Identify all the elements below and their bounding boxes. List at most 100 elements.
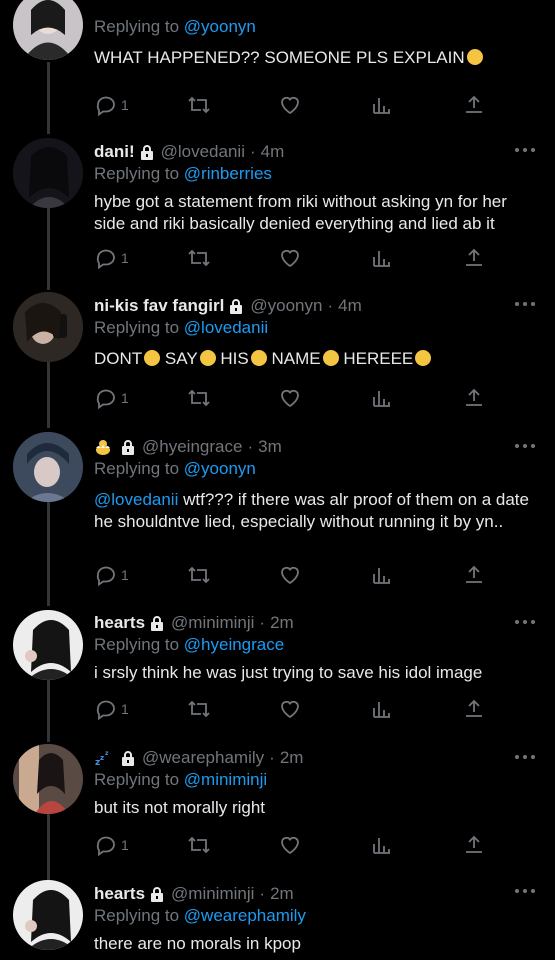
reply-button[interactable]: 1: [94, 93, 129, 117]
timestamp[interactable]: 2m: [270, 883, 294, 905]
reply-button[interactable]: 1: [94, 563, 129, 587]
reply-button[interactable]: 1: [94, 386, 129, 410]
like-button[interactable]: [278, 563, 302, 587]
retweet-button[interactable]: [186, 93, 212, 117]
retweet-button[interactable]: [186, 833, 212, 857]
thread-line: [47, 208, 50, 290]
more-icon[interactable]: [514, 888, 536, 894]
display-name[interactable]: hearts: [94, 612, 145, 634]
display-name[interactable]: hearts: [94, 883, 145, 905]
replying-to-mention[interactable]: @miniminji: [184, 770, 267, 789]
more-icon[interactable]: [514, 443, 536, 449]
separator-dot: ·: [247, 437, 254, 456]
lock-icon: [122, 440, 134, 455]
more-icon[interactable]: [514, 619, 536, 625]
reply-button[interactable]: 1: [94, 246, 129, 270]
share-button[interactable]: [462, 93, 486, 117]
reply-icon: [96, 96, 115, 117]
more-icon[interactable]: [514, 754, 536, 760]
more-icon[interactable]: [514, 301, 536, 307]
reply-icon: [96, 566, 115, 587]
share-icon: [466, 248, 482, 266]
tweet-header: hearts @miniminji · 2m: [94, 612, 541, 634]
views-button[interactable]: [370, 833, 394, 857]
retweet-icon: [188, 566, 210, 584]
tweet-header: dani! @lovedanii · 4m: [94, 141, 541, 163]
share-button[interactable]: [462, 697, 486, 721]
replying-to-mention[interactable]: @hyeingrace: [184, 635, 284, 654]
heart-icon: [281, 836, 299, 855]
retweet-button[interactable]: [186, 563, 212, 587]
lock-icon: [230, 299, 243, 314]
thread-line: [47, 62, 50, 134]
tweet-actions: 1: [94, 833, 494, 857]
smiling-emoji-icon: [466, 49, 483, 65]
retweet-button[interactable]: [186, 697, 212, 721]
handle[interactable]: @miniminji: [171, 883, 254, 905]
share-button[interactable]: [462, 833, 486, 857]
lock-icon: [151, 616, 164, 631]
avatar[interactable]: [13, 138, 83, 208]
timestamp[interactable]: 4m: [261, 141, 285, 163]
views-icon: [373, 391, 390, 407]
views-icon: [373, 568, 390, 584]
handle[interactable]: @miniminji: [171, 612, 254, 634]
lock-icon: [151, 887, 164, 902]
share-icon: [466, 388, 482, 406]
handle[interactable]: @lovedanii: [161, 141, 245, 163]
display-name[interactable]: ni-kis fav fangirl: [94, 295, 224, 317]
views-button[interactable]: [370, 697, 394, 721]
heart-icon: [281, 249, 299, 268]
retweet-button[interactable]: [186, 246, 212, 270]
reply-count: 1: [121, 701, 129, 717]
handle[interactable]: @yoonyn: [250, 295, 322, 317]
reply-button[interactable]: 1: [94, 833, 129, 857]
timestamp[interactable]: 2m: [280, 747, 304, 769]
share-button[interactable]: [462, 246, 486, 270]
avatar[interactable]: [13, 880, 83, 950]
timestamp[interactable]: 4m: [338, 295, 362, 317]
views-button[interactable]: [370, 93, 394, 117]
avatar[interactable]: [13, 610, 83, 680]
more-icon[interactable]: [514, 147, 536, 153]
retweet-button[interactable]: [186, 386, 212, 410]
replying-to-mention[interactable]: @wearephamily: [184, 906, 306, 925]
views-button[interactable]: [370, 386, 394, 410]
display-name[interactable]: dani!: [94, 141, 135, 163]
reply-count: 1: [121, 390, 129, 406]
like-button[interactable]: [278, 833, 302, 857]
replying-to-mention[interactable]: @lovedanii: [184, 318, 268, 337]
like-button[interactable]: [278, 697, 302, 721]
share-icon: [466, 565, 482, 583]
share-button[interactable]: [462, 386, 486, 410]
avatar[interactable]: [13, 744, 83, 814]
views-button[interactable]: [370, 563, 394, 587]
handle[interactable]: @hyeingrace: [142, 436, 242, 458]
avatar[interactable]: [13, 0, 83, 60]
share-button[interactable]: [462, 563, 486, 587]
avatar[interactable]: [13, 432, 83, 502]
tweet-text: WHAT HAPPENED?? SOMEONE PLS EXPLAIN: [94, 47, 541, 69]
thread-line: [47, 362, 50, 428]
like-button[interactable]: [278, 386, 302, 410]
svg-text:z: z: [105, 750, 109, 757]
replying-to-mention[interactable]: @yoonyn: [184, 17, 256, 36]
replying-prefix: Replying to: [94, 164, 184, 183]
replying-to-mention[interactable]: @rinberries: [184, 164, 272, 183]
sleeping-emoji-icon: zzz: [94, 749, 112, 768]
replying-to-mention[interactable]: @yoonyn: [184, 459, 256, 478]
text-mention[interactable]: @lovedanii: [94, 490, 178, 509]
timestamp[interactable]: 3m: [258, 436, 282, 458]
views-button[interactable]: [370, 246, 394, 270]
like-button[interactable]: [278, 246, 302, 270]
reply-icon: [96, 249, 115, 270]
handle[interactable]: @wearephamily: [142, 747, 264, 769]
share-icon: [466, 835, 482, 853]
reply-button[interactable]: 1: [94, 697, 129, 721]
avatar[interactable]: [13, 292, 83, 362]
timestamp[interactable]: 2m: [270, 612, 294, 634]
lock-icon: [140, 145, 153, 160]
replying-to: Replying to @rinberries: [94, 163, 541, 185]
like-button[interactable]: [278, 93, 302, 117]
retweet-icon: [188, 836, 210, 854]
